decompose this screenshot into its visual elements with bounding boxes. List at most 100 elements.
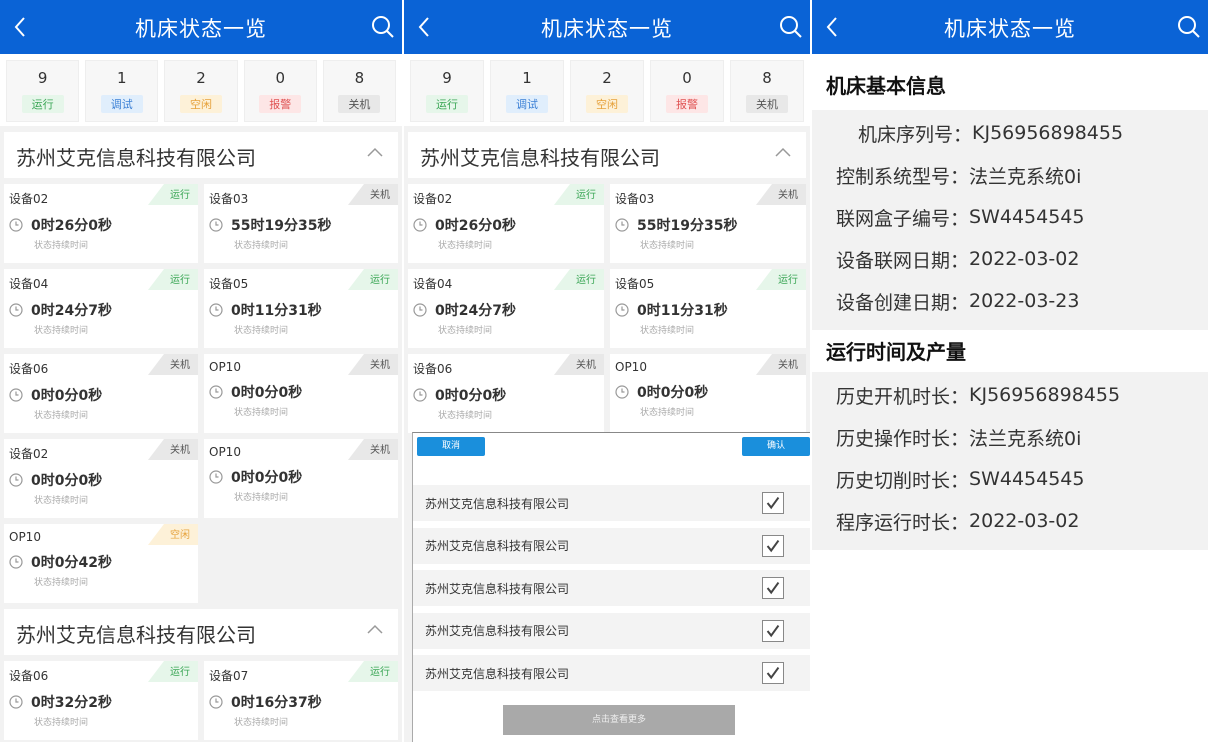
info-row: 程序运行时长： 2022-03-02 [812,500,1208,542]
stat-card[interactable]: 2 空闲 [164,60,238,122]
search-icon[interactable] [1176,14,1202,40]
check-icon [766,539,780,552]
duration-caption: 状态持续时间 [234,326,289,336]
stat-card[interactable]: 0 报警 [243,60,317,122]
duration-row: 0时0分0秒 [9,470,198,490]
device-grid: 设备02 运行 0时26分0秒 状态持续时间 设备03 关机 55时19分35秒 … [0,178,402,603]
duration-caption: 状态持续时间 [438,326,493,336]
device-card[interactable]: 设备05 运行 0时11分31秒 状态持续时间 [204,269,398,348]
duration-value: 0时0分0秒 [637,385,709,401]
duration-caption: 状态持续时间 [438,241,493,251]
duration-caption: 状态持续时间 [640,326,695,336]
page-title: 机床状态一览 [135,17,267,41]
info-label: 设备创建日期： [836,291,970,314]
company-option[interactable]: 苏州艾克信息科技有限公司 [413,612,810,649]
company-option[interactable]: 苏州艾克信息科技有限公司 [413,655,810,691]
company-option[interactable]: 苏州艾克信息科技有限公司 [413,570,810,606]
stat-card[interactable]: 2 空闲 [570,60,644,122]
confirm-button[interactable]: 确认 [742,437,810,456]
checkbox[interactable] [762,534,784,557]
chevron-up-icon[interactable] [366,623,384,635]
cancel-button[interactable]: 取消 [417,437,485,456]
info-value: 法兰克系统0i [969,427,1082,450]
stat-card[interactable]: 8 关机 [322,60,397,122]
device-card[interactable]: OP10 空闲 0时0分42秒 状态持续时间 [4,524,198,603]
info-label: 程序运行时长： [836,511,970,534]
device-card[interactable]: 设备07 运行 0时16分37秒 状态持续时间 [204,661,398,740]
load-more-button[interactable]: 点击查看更多 [503,705,735,735]
info-value: 2022-03-02 [969,510,1080,532]
stat-label: 报警 [666,95,708,113]
stats-bar: 9 运行 1 调试 2 空闲 0 报警 8 关机 [0,54,402,126]
stat-count: 9 [37,69,48,87]
device-card[interactable]: 设备05 运行 0时11分31秒 状态持续时间 [610,269,806,348]
stat-count: 0 [682,69,692,87]
device-card[interactable]: 设备02 关机 0时0分0秒 状态持续时间 [4,439,198,518]
company-option-label: 苏州艾克信息科技有限公司 [425,496,570,511]
company-header[interactable]: 苏州艾克信息科技有限公司 [408,132,806,178]
stat-card[interactable]: 1 调试 [85,60,159,122]
company-option[interactable]: 苏州艾克信息科技有限公司 [413,527,810,564]
info-row: 历史切削时长： SW4454545 [812,458,1208,500]
company-header[interactable]: 苏州艾克信息科技有限公司 [4,132,398,178]
stat-card[interactable]: 9 运行 [6,60,80,122]
info-value: 2022-03-02 [969,248,1080,270]
duration-row: 0时0分0秒 [209,467,398,487]
device-card[interactable]: 设备03 关机 55时19分35秒 状态持续时间 [204,184,398,263]
device-card[interactable]: 设备04 运行 0时24分7秒 状态持续时间 [4,269,198,348]
info-row: 控制系统型号： 法兰克系统0i [812,154,1208,196]
device-card[interactable]: 设备06 运行 0时32分2秒 状态持续时间 [4,661,198,740]
duration-value: 0时24分7秒 [31,303,112,319]
duration-row: 0时0分42秒 [9,552,198,572]
duration-value: 0时0分42秒 [31,555,112,571]
info-row: 历史操作时长： 法兰克系统0i [812,416,1208,458]
stat-card[interactable]: 0 报警 [650,60,724,122]
duration-caption: 状态持续时间 [34,496,89,506]
duration-caption: 状态持续时间 [234,493,289,503]
runtime-title: 运行时间及产量 [812,330,1208,372]
search-icon[interactable] [370,14,396,40]
device-card[interactable]: OP10 关机 0时0分0秒 状态持续时间 [204,439,398,518]
device-card[interactable]: OP10 关机 0时0分0秒 状态持续时间 [204,354,398,433]
check-icon [766,581,780,595]
stat-label: 运行 [426,95,468,113]
device-card[interactable]: 设备03 关机 55时19分35秒 状态持续时间 [610,184,806,263]
stat-count: 0 [275,69,285,87]
company-name: 苏州艾克信息科技有限公司 [16,623,256,647]
stat-label: 调试 [506,95,548,113]
duration-value: 0时0分0秒 [31,388,103,404]
chevron-up-icon[interactable] [366,146,384,158]
checkbox[interactable] [762,492,784,514]
device-card[interactable]: 设备06 关机 0时0分0秒 状态持续时间 [408,354,604,433]
stat-count: 8 [354,69,365,87]
company-option[interactable]: 苏州艾克信息科技有限公司 [413,485,810,521]
stat-label: 运行 [21,95,64,113]
checkbox[interactable] [762,577,784,599]
stat-card[interactable]: 1 调试 [490,60,564,122]
duration-row: 55时19分35秒 [209,215,398,235]
chevron-up-icon[interactable] [774,146,792,158]
header: 机床状态一览 [0,0,402,54]
stats-bar: 9 运行 1 调试 2 空闲 0 报警 8 关机 [404,54,810,126]
device-card[interactable]: 设备02 运行 0时26分0秒 状态持续时间 [4,184,198,263]
clock-icon [413,303,427,317]
search-icon[interactable] [778,14,804,40]
duration-value: 55时19分35秒 [231,218,332,234]
checkbox[interactable] [762,662,784,684]
stat-card[interactable]: 9 运行 [410,60,484,122]
device-card[interactable]: 设备04 运行 0时24分7秒 状态持续时间 [408,269,604,348]
company-name: 苏州艾克信息科技有限公司 [16,146,256,170]
device-card[interactable]: OP10 关机 0时0分0秒 状态持续时间 [610,354,806,433]
clock-icon [615,218,629,232]
duration-value: 55时19分35秒 [637,218,738,234]
duration-value: 0时24分7秒 [435,303,516,319]
clock-icon [9,388,23,402]
header: 机床状态一览 [404,0,810,54]
device-card[interactable]: 设备02 运行 0时26分0秒 状态持续时间 [408,184,604,263]
device-card[interactable]: 设备06 关机 0时0分0秒 状态持续时间 [4,354,198,433]
stat-card[interactable]: 8 关机 [730,60,804,122]
duration-row: 0时32分2秒 [9,692,198,712]
company-option-label: 苏州艾克信息科技有限公司 [425,581,570,596]
checkbox[interactable] [762,619,784,642]
company-header[interactable]: 苏州艾克信息科技有限公司 [4,609,398,655]
